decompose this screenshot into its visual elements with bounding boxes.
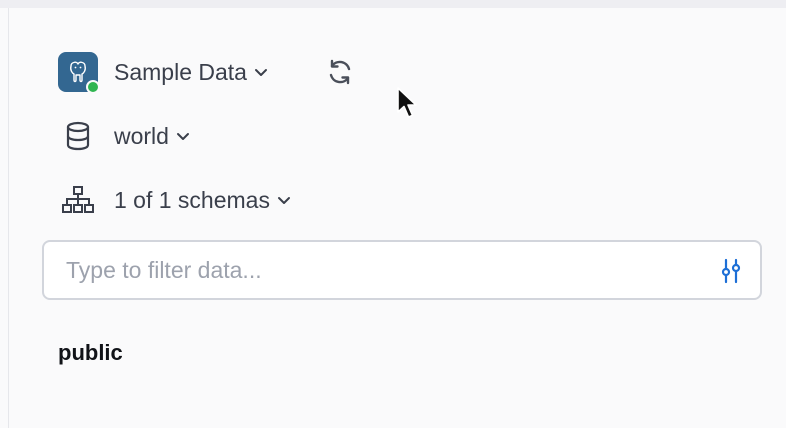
filter-box [42,240,762,300]
postgresql-elephant-icon [58,52,100,94]
database-selector[interactable]: world [58,116,191,156]
top-strip [0,0,786,8]
schema-list-item-public[interactable]: public [58,340,123,366]
database-icon [58,116,98,156]
connection-status-dot [86,80,100,94]
chevron-down-icon [276,192,292,208]
filter-input[interactable] [66,252,686,288]
schema-selector[interactable]: 1 of 1 schemas [58,180,292,220]
refresh-icon[interactable] [322,54,358,90]
schema-summary: 1 of 1 schemas [114,186,270,213]
chevron-down-icon [253,64,269,80]
mouse-cursor-icon [396,86,418,127]
chevron-down-icon [175,128,191,144]
database-name: world [114,122,169,149]
filter-sliders-icon[interactable] [716,256,746,286]
connection-name: Sample Data [114,58,247,85]
hierarchy-icon [58,180,98,220]
connection-selector[interactable]: Sample Data [58,52,269,94]
